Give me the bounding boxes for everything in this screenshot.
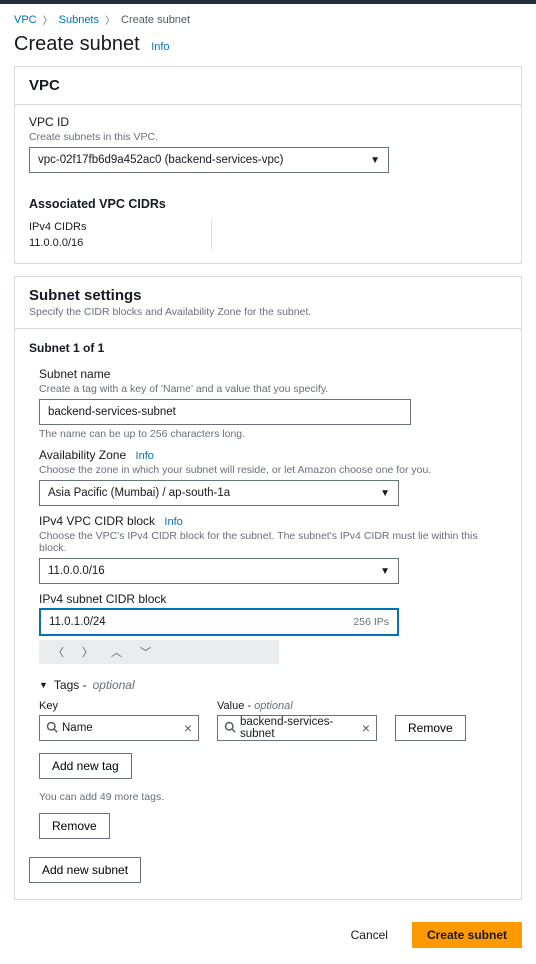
subnet-settings-desc: Specify the CIDR blocks and Availability… (29, 306, 507, 318)
tag-key-input[interactable]: Name × (39, 715, 199, 741)
chevron-left-icon[interactable]: 〈 (53, 644, 64, 660)
chevron-up-icon[interactable]: ︿ (111, 644, 122, 660)
search-icon (224, 721, 236, 736)
ipv4-cidrs-label: IPv4 CIDRs (29, 221, 199, 233)
chevron-down-icon: ▼ (370, 155, 380, 166)
remove-subnet-button[interactable]: Remove (39, 813, 110, 839)
vpc-cidr-select[interactable]: 11.0.0.0/16 ▼ (39, 558, 399, 584)
create-subnet-button[interactable]: Create subnet (412, 922, 522, 948)
chevron-down-icon: ▼ (380, 566, 390, 577)
info-link[interactable]: Info (151, 41, 169, 53)
tags-toggle[interactable]: ▼ Tags - optional (39, 678, 507, 692)
clear-icon[interactable]: × (362, 720, 370, 736)
breadcrumb-vpc[interactable]: VPC (14, 14, 37, 26)
subnet-name-label: Subnet name (39, 367, 507, 381)
vpc-cidr-select-value: 11.0.0.0/16 (48, 565, 105, 577)
tag-value-optional: optional (254, 700, 293, 712)
tag-value-label-text: Value - (217, 700, 251, 712)
tag-value-label: Value - optional (217, 700, 377, 712)
tag-row: Key Name × Value - optional (39, 700, 507, 741)
clear-icon[interactable]: × (184, 720, 192, 736)
cidr-summary: IPv4 CIDRs 11.0.0.0/16 (29, 221, 507, 249)
more-tags-text: You can add 49 more tags. (39, 791, 507, 803)
remove-tag-button[interactable]: Remove (395, 715, 466, 741)
az-select-value: Asia Pacific (Mumbai) / ap-south-1a (48, 487, 230, 499)
subnet-settings-title: Subnet settings (29, 287, 507, 304)
search-icon (46, 721, 58, 736)
tag-key-label: Key (39, 700, 199, 712)
subnet-settings-panel: Subnet settings Specify the CIDR blocks … (14, 276, 522, 900)
subnet-cidr-input[interactable]: 11.0.1.0/24 256 IPs (39, 608, 399, 636)
footer: Cancel Create subnet (0, 912, 536, 964)
divider (211, 221, 212, 249)
breadcrumb: VPC 〉 Subnets 〉 Create subnet (0, 4, 536, 31)
az-sub: Choose the zone in which your subnet wil… (39, 464, 507, 476)
tag-value-value: backend-services-subnet (240, 716, 358, 740)
vpc-select[interactable]: vpc-02f17fb6d9a452ac0 (backend-services-… (29, 147, 389, 173)
vpc-select-value: vpc-02f17fb6d9a452ac0 (backend-services-… (38, 154, 283, 166)
vpc-panel-title: VPC (29, 77, 507, 94)
page-title: Create subnet Info (0, 31, 536, 66)
chevron-down-icon[interactable]: ﹀ (140, 644, 151, 660)
subnet-cidr-hint: 256 IPs (353, 616, 389, 628)
vpc-id-label: VPC ID (29, 115, 507, 129)
vpc-cidr-info-link[interactable]: Info (164, 516, 182, 528)
tags-optional: optional (93, 678, 135, 692)
tag-key-value: Name (62, 722, 180, 734)
triangle-down-icon: ▼ (39, 680, 48, 690)
vpc-id-sublabel: Create subnets in this VPC. (29, 131, 507, 143)
subnet-name-help: The name can be up to 256 characters lon… (39, 428, 507, 440)
cancel-button[interactable]: Cancel (337, 922, 402, 948)
vpc-cidr-sub: Choose the VPC's IPv4 CIDR block for the… (39, 530, 507, 554)
vpc-panel: VPC VPC ID Create subnets in this VPC. v… (14, 66, 522, 264)
chevron-down-icon: ▼ (380, 488, 390, 499)
add-tag-button[interactable]: Add new tag (39, 753, 132, 779)
page-title-text: Create subnet (14, 33, 140, 55)
ipv4-cidrs-value: 11.0.0.0/16 (29, 237, 199, 249)
az-label-text: Availability Zone (39, 448, 126, 462)
chevron-right-icon: 〉 (105, 12, 115, 27)
subnet-cidr-value: 11.0.1.0/24 (49, 616, 106, 628)
breadcrumb-subnets[interactable]: Subnets (59, 14, 99, 26)
vpc-cidr-label: IPv4 VPC CIDR block Info (39, 514, 507, 528)
chevron-right-icon[interactable]: 〉 (82, 644, 93, 660)
associated-cidrs-title: Associated VPC CIDRs (29, 197, 507, 211)
subnet-name-value: backend-services-subnet (48, 406, 176, 418)
subnet-name-input[interactable]: backend-services-subnet (39, 399, 411, 425)
subnet-index: Subnet 1 of 1 (29, 341, 507, 355)
tag-value-input[interactable]: backend-services-subnet × (217, 715, 377, 741)
az-label: Availability Zone Info (39, 448, 507, 462)
subnet-cidr-label: IPv4 subnet CIDR block (39, 592, 507, 606)
cidr-nav-strip: 〈 〉 ︿ ﹀ (39, 640, 279, 664)
az-info-link[interactable]: Info (136, 450, 154, 462)
add-subnet-button[interactable]: Add new subnet (29, 857, 141, 883)
breadcrumb-current: Create subnet (121, 14, 190, 26)
tags-label: Tags - (54, 678, 87, 692)
vpc-cidr-label-text: IPv4 VPC CIDR block (39, 514, 155, 528)
subnet-name-sub: Create a tag with a key of 'Name' and a … (39, 383, 507, 395)
chevron-right-icon: 〉 (43, 12, 53, 27)
az-select[interactable]: Asia Pacific (Mumbai) / ap-south-1a ▼ (39, 480, 399, 506)
